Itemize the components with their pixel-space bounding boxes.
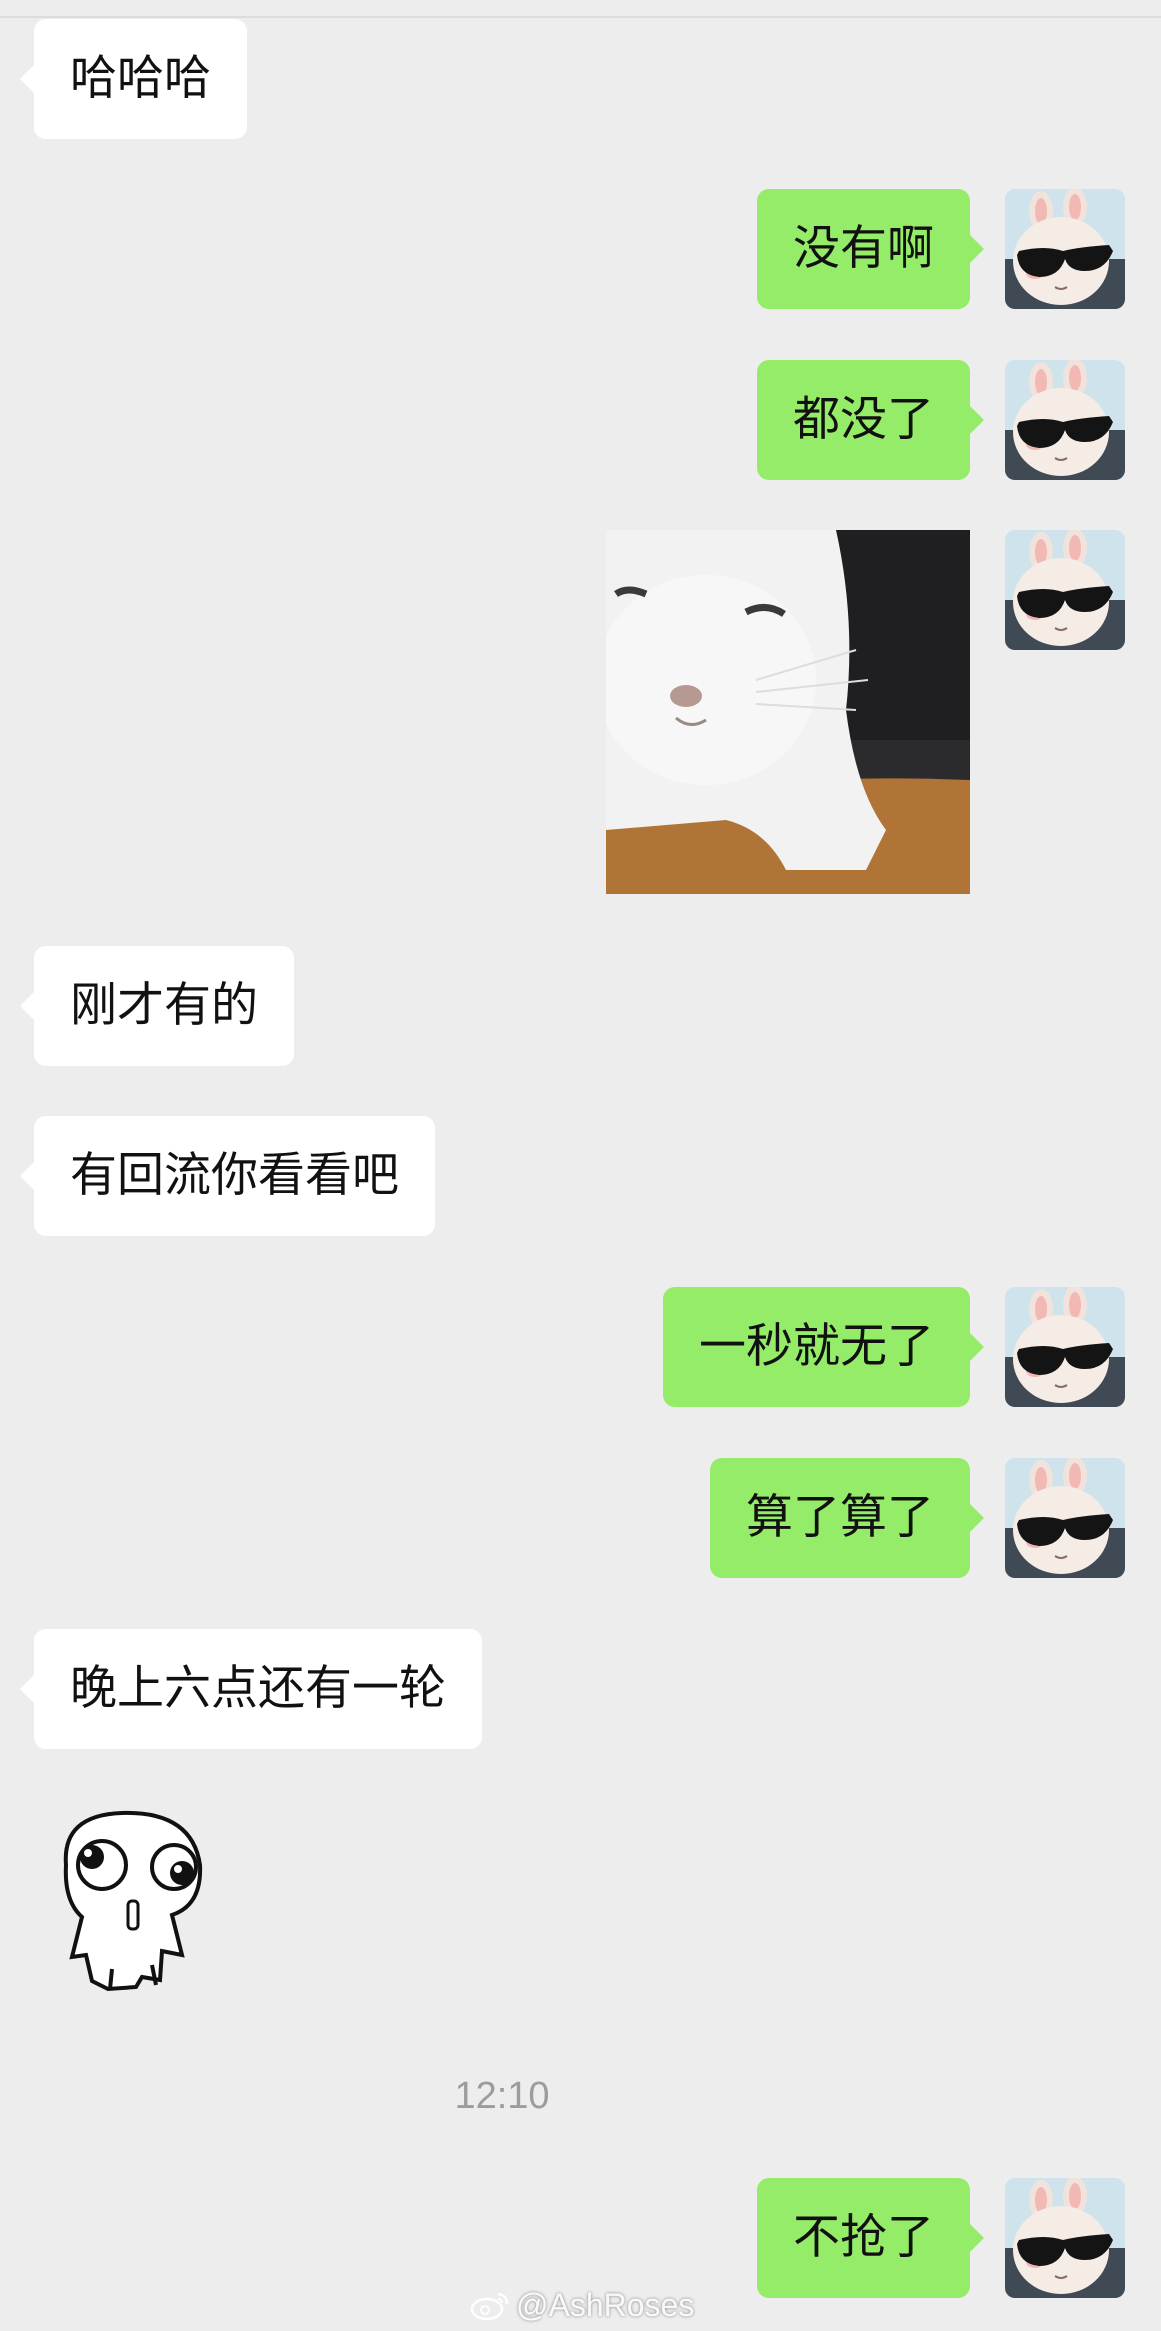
message-bubble-outgoing[interactable]: 没有啊	[757, 189, 984, 309]
bunny-sunglasses-avatar[interactable]	[1005, 1458, 1125, 1578]
watermark-text: @AshRoses	[516, 2286, 695, 2323]
smug-cat-photo[interactable]	[606, 530, 970, 894]
message-bubble-incoming[interactable]: 哈哈哈	[20, 19, 247, 139]
message-bubble-incoming[interactable]: 有回流你看看吧	[20, 1116, 435, 1236]
bunny-sunglasses-avatar[interactable]	[1005, 360, 1125, 480]
weibo-icon	[470, 2290, 510, 2320]
bunny-sunglasses-avatar[interactable]	[1005, 530, 1125, 650]
weibo-watermark: @AshRoses	[470, 2285, 694, 2325]
timestamp: 12:10	[454, 2075, 550, 2117]
top-divider	[0, 16, 1161, 18]
message-bubble-outgoing[interactable]: 不抢了	[757, 2178, 984, 2298]
message-bubble-outgoing[interactable]: 都没了	[757, 360, 984, 480]
message-bubble-incoming[interactable]: 晚上六点还有一轮	[20, 1629, 482, 1749]
message-bubble-outgoing[interactable]: 一秒就无了	[663, 1287, 984, 1407]
bunny-sunglasses-avatar[interactable]	[1005, 1287, 1125, 1407]
bunny-sunglasses-avatar[interactable]	[1005, 189, 1125, 309]
bunny-sunglasses-avatar[interactable]	[1005, 2178, 1125, 2298]
message-bubble-outgoing[interactable]: 算了算了	[710, 1458, 984, 1578]
message-bubble-incoming[interactable]: 刚才有的	[20, 946, 294, 1066]
wide-eyed-cartoon-sticker[interactable]	[52, 1805, 212, 1995]
